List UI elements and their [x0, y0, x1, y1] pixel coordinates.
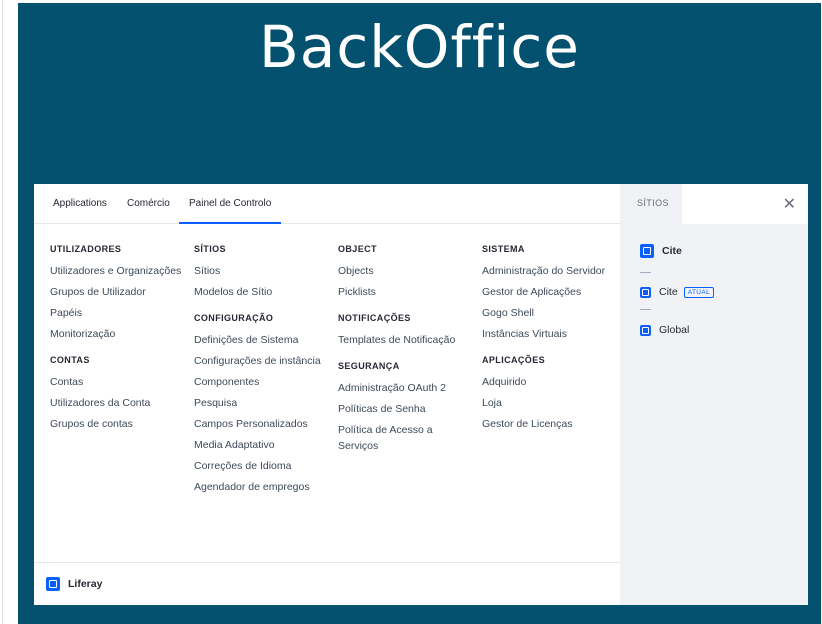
liferay-logo-icon: [46, 577, 60, 591]
menu-item[interactable]: Monitorização: [50, 326, 190, 342]
menu-column-2: SÍTIOS Sítios Modelos de Sítio CONFIGURA…: [194, 244, 324, 500]
footer-divider: [34, 562, 620, 563]
menu-item[interactable]: Política de Acesso a Serviços: [338, 422, 468, 454]
footer-brand[interactable]: Liferay: [46, 577, 102, 591]
section-title: UTILIZADORES: [50, 244, 122, 254]
sites-panel: SÍTIOS ✕ Cite Cite ATUAL Global: [620, 184, 808, 605]
menu-item[interactable]: Configurações de instância: [194, 353, 324, 369]
menu-item[interactable]: Componentes: [194, 374, 324, 390]
menu-column-3: OBJECT Objects Picklists NOTIFICAÇÕES Te…: [338, 244, 468, 459]
menu-item[interactable]: Grupos de contas: [50, 416, 190, 432]
menu-item[interactable]: Correções de Idioma: [194, 458, 324, 474]
menu-item[interactable]: Administração do Servidor: [482, 263, 612, 279]
site-icon: [640, 324, 651, 336]
section-title: SISTEMA: [482, 244, 525, 254]
brand-name: Liferay: [68, 578, 103, 590]
page-edge-divider: [2, 0, 3, 624]
menu-item[interactable]: Loja: [482, 395, 612, 411]
menu-item[interactable]: Campos Personalizados: [194, 416, 324, 432]
section-title: CONTAS: [50, 355, 90, 365]
site-item[interactable]: Cite ATUAL: [640, 286, 715, 298]
current-badge: ATUAL: [683, 286, 715, 298]
menu-item[interactable]: Media Adaptativo: [194, 437, 324, 453]
menu-item[interactable]: Instâncias Virtuais: [482, 326, 612, 342]
separator: [640, 309, 651, 310]
section-title: SEGURANÇA: [338, 361, 400, 371]
section-title: SÍTIOS: [194, 244, 226, 254]
site-name: Cite: [662, 245, 682, 257]
menu-tabs: Applications Comércio Painel de Controlo: [34, 184, 620, 224]
site-item-current-group[interactable]: Cite: [640, 244, 682, 258]
menu-item[interactable]: Políticas de Senha: [338, 401, 468, 417]
menu-item[interactable]: Pesquisa: [194, 395, 324, 411]
menu-item[interactable]: Gestor de Licenças: [482, 416, 612, 432]
menu-item[interactable]: Agendador de empregos: [194, 479, 324, 495]
menu-item[interactable]: Grupos de Utilizador: [50, 284, 190, 300]
menu-item[interactable]: Gestor de Aplicações: [482, 284, 612, 300]
tab-commerce[interactable]: Comércio: [127, 198, 170, 209]
section-title: OBJECT: [338, 244, 377, 254]
product-menu: Applications Comércio Painel de Controlo…: [34, 184, 808, 605]
menu-column-1: UTILIZADORES Utilizadores e Organizações…: [50, 244, 190, 437]
menu-item[interactable]: Administração OAuth 2: [338, 380, 468, 396]
menu-column-4: SISTEMA Administração do Servidor Gestor…: [482, 244, 612, 437]
menu-item[interactable]: Contas: [50, 374, 190, 390]
section-title: CONFIGURAÇÃO: [194, 313, 274, 323]
section-title: NOTIFICAÇÕES: [338, 313, 411, 323]
page: BackOffice Applications Comércio Painel …: [0, 0, 822, 624]
menu-item[interactable]: Adquirido: [482, 374, 612, 390]
menu-item[interactable]: Utilizadores da Conta: [50, 395, 190, 411]
banner-title: BackOffice: [259, 13, 580, 81]
site-icon: [640, 286, 651, 298]
site-icon: [640, 244, 654, 258]
menu-item[interactable]: Templates de Notificação: [338, 332, 468, 348]
menu-item[interactable]: Papéis: [50, 305, 190, 321]
separator: [640, 272, 651, 273]
tab-sites[interactable]: SÍTIOS: [620, 184, 682, 224]
site-item[interactable]: Global: [640, 324, 689, 336]
menu-item[interactable]: Picklists: [338, 284, 468, 300]
tab-applications[interactable]: Applications: [53, 198, 107, 209]
tab-control-panel[interactable]: Painel de Controlo: [178, 198, 282, 224]
menu-item[interactable]: Gogo Shell: [482, 305, 612, 321]
menu-item[interactable]: Definições de Sistema: [194, 332, 324, 348]
menu-item[interactable]: Sítios: [194, 263, 324, 279]
site-name: Global: [659, 324, 690, 336]
section-title: APLICAÇÕES: [482, 355, 546, 365]
sites-tabbar: SÍTIOS ✕: [620, 184, 808, 224]
site-name: Cite: [659, 286, 678, 298]
menu-item[interactable]: Objects: [338, 263, 468, 279]
close-icon[interactable]: ✕: [783, 194, 796, 213]
menu-item[interactable]: Modelos de Sítio: [194, 284, 324, 300]
menu-item[interactable]: Utilizadores e Organizações: [50, 263, 190, 279]
